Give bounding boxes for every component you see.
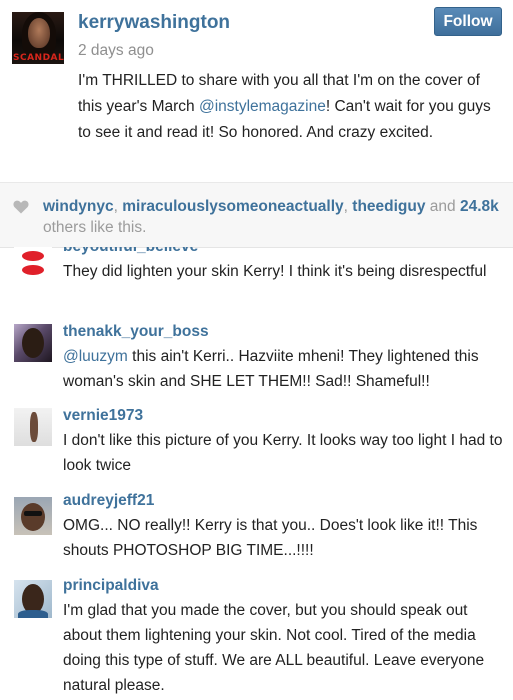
- post-caption: I'm THRILLED to share with you all that …: [78, 68, 498, 146]
- commenter-username[interactable]: thenakk_your_boss: [63, 323, 209, 341]
- commenter-username[interactable]: beyoutiful_believe: [63, 247, 198, 256]
- commenter-avatar[interactable]: [14, 580, 52, 618]
- caption-mention-link[interactable]: @instylemagazine: [199, 98, 326, 115]
- post-author-avatar[interactable]: SCANDAL: [12, 12, 64, 64]
- commenter-avatar[interactable]: [14, 324, 52, 362]
- avatar-sunglasses: [24, 511, 42, 516]
- comment-item: beyoutiful_believe They did lighten your…: [0, 247, 513, 315]
- commenter-username[interactable]: principaldiva: [63, 577, 159, 595]
- avatar-figure: [30, 412, 38, 442]
- comment-text: They did lighten your skin Kerry! I thin…: [63, 263, 487, 280]
- likes-and-text: and: [425, 198, 460, 215]
- avatar-figure: [21, 503, 45, 531]
- likes-suffix: others like this.: [43, 219, 147, 236]
- commenter-username[interactable]: audreyjeff21: [63, 492, 154, 510]
- comment-item: thenakk_your_boss @luuzym this ain't Ker…: [0, 320, 513, 398]
- avatar-lips: [22, 265, 44, 275]
- post-author-username[interactable]: kerrywashington: [78, 12, 230, 34]
- comment-item: audreyjeff21 OMG... NO really!! Kerry is…: [0, 489, 513, 567]
- likes-count[interactable]: 24.8k: [460, 198, 499, 215]
- comment-text: OMG... NO really!! Kerry is that you.. D…: [63, 517, 478, 559]
- avatar-show-title: SCANDAL: [13, 53, 64, 63]
- liker-username[interactable]: windynyc: [43, 198, 114, 215]
- avatar-face: [28, 18, 50, 48]
- heart-icon[interactable]: [13, 200, 29, 214]
- comment-text: @luuzym this ain't Kerri.. Hazviite mhen…: [63, 344, 508, 394]
- commenter-avatar[interactable]: [14, 497, 52, 535]
- avatar-shirt: [18, 610, 48, 618]
- liker-username[interactable]: theediguy: [352, 198, 425, 215]
- commenter-avatar[interactable]: [14, 247, 52, 279]
- commenter-avatar[interactable]: [14, 408, 52, 446]
- comment-item: vernie1973 I don't like this picture of …: [0, 404, 513, 482]
- likes-bar: windynyc, miraculouslysomeoneactually, t…: [0, 182, 513, 248]
- comment-mention-link[interactable]: @luuzym: [63, 348, 128, 365]
- likes-text: windynyc, miraculouslysomeoneactually, t…: [43, 198, 499, 236]
- comment-text: I'm glad that you made the cover, but yo…: [63, 602, 485, 694]
- avatar-lips: [22, 251, 44, 261]
- avatar-figure: [22, 328, 44, 358]
- comment-item: principaldiva I'm glad that you made the…: [0, 574, 513, 700]
- comment-text: I don't like this picture of you Kerry. …: [63, 432, 503, 474]
- liker-username[interactable]: miraculouslysomeoneactually: [122, 198, 343, 215]
- commenter-username[interactable]: vernie1973: [63, 407, 143, 425]
- post-header: SCANDAL kerrywashington 2 days ago Follo…: [0, 0, 513, 182]
- follow-button[interactable]: Follow: [434, 7, 502, 36]
- post-timestamp: 2 days ago: [78, 42, 154, 59]
